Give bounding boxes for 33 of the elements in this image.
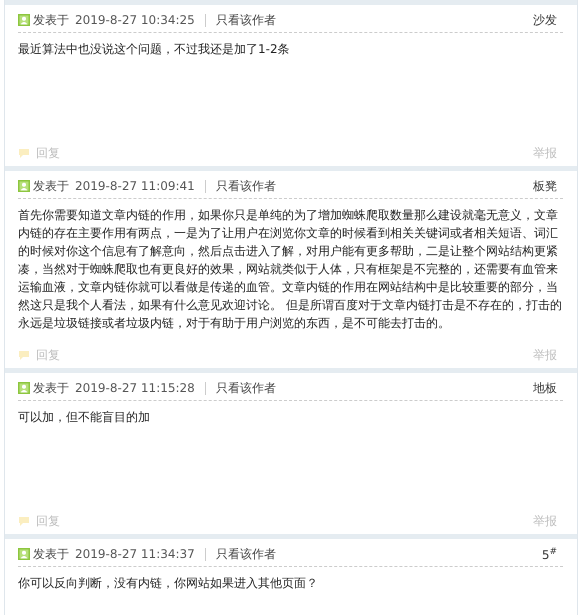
author-filter-link[interactable]: 只看该作者 (216, 178, 276, 194)
post-time: 2019-8-27 11:09:41 (75, 179, 195, 193)
floor-label: 地板 (533, 380, 558, 396)
comment-icon (18, 516, 30, 526)
author-filter-link[interactable]: 只看该作者 (216, 12, 276, 28)
reply-link[interactable]: 回复 (36, 512, 60, 530)
post-content: 你可以反向判断，没有内链，你网站如果进入其他页面？ (18, 575, 319, 592)
report-link[interactable]: 举报 (533, 346, 563, 364)
comment-icon (18, 148, 30, 158)
posted-label: 发表于 (33, 380, 69, 396)
reply-link[interactable]: 回复 (36, 346, 60, 364)
posted-label: 发表于 (33, 546, 69, 562)
floor-label: 沙发 (533, 12, 558, 28)
post-content: 首先你需要知道文章内链的作用，如果你只是单纯的为了增加蜘蛛爬取数量那么建设就毫无意义，文章内链的存在主要作用有两点，一是为了让用户在浏览你文章的时候看到相关关键词或者相关短语、词汇的时候对你这个信息有了解意向，然后点击进入了解，对用户能有更多帮助，二是让整个网站结构更紧凑，当然对于蜘蛛爬取也有更良好的效果，网站就类似于人体，只有框架是不完整的，还需要有血管来运输血液，文章内链你就可以看做是传递的血管。文章内链的作用在网站结构中是比较重要的部分，当然这只是我个人看法，如果有什么意见欢迎讨论。 但是所谓百度对于文章内链打击是不存在的，打击的永远是垃圾链接或者垃圾内链，对于有助于用户浏览的东西，是不可能去打击的。 (18, 207, 563, 332)
post-content: 最近算法中也没说这个问题，不过我还是加了1-2条 (18, 41, 291, 58)
user-icon (18, 548, 30, 560)
user-icon (18, 14, 30, 26)
user-icon (18, 382, 30, 394)
post-time: 2019-8-27 11:15:28 (75, 381, 195, 395)
floor-label: 5$^{#}$ (542, 546, 558, 562)
reply-link[interactable]: 回复 (36, 144, 60, 162)
author-filter-link[interactable]: 只看该作者 (216, 380, 276, 396)
report-link[interactable]: 举报 (533, 512, 563, 530)
comment-icon (18, 350, 30, 360)
post-time: 2019-8-27 11:34:37 (75, 547, 195, 561)
user-icon (18, 180, 30, 192)
posted-label: 发表于 (33, 178, 69, 194)
post-time: 2019-8-27 10:34:25 (75, 13, 195, 27)
posted-label: 发表于 (33, 12, 69, 28)
author-filter-link[interactable]: 只看该作者 (216, 546, 276, 562)
report-link[interactable]: 举报 (533, 144, 563, 162)
floor-label: 板凳 (533, 178, 558, 194)
post-content: 可以加，但不能盲目的加 (18, 409, 151, 426)
